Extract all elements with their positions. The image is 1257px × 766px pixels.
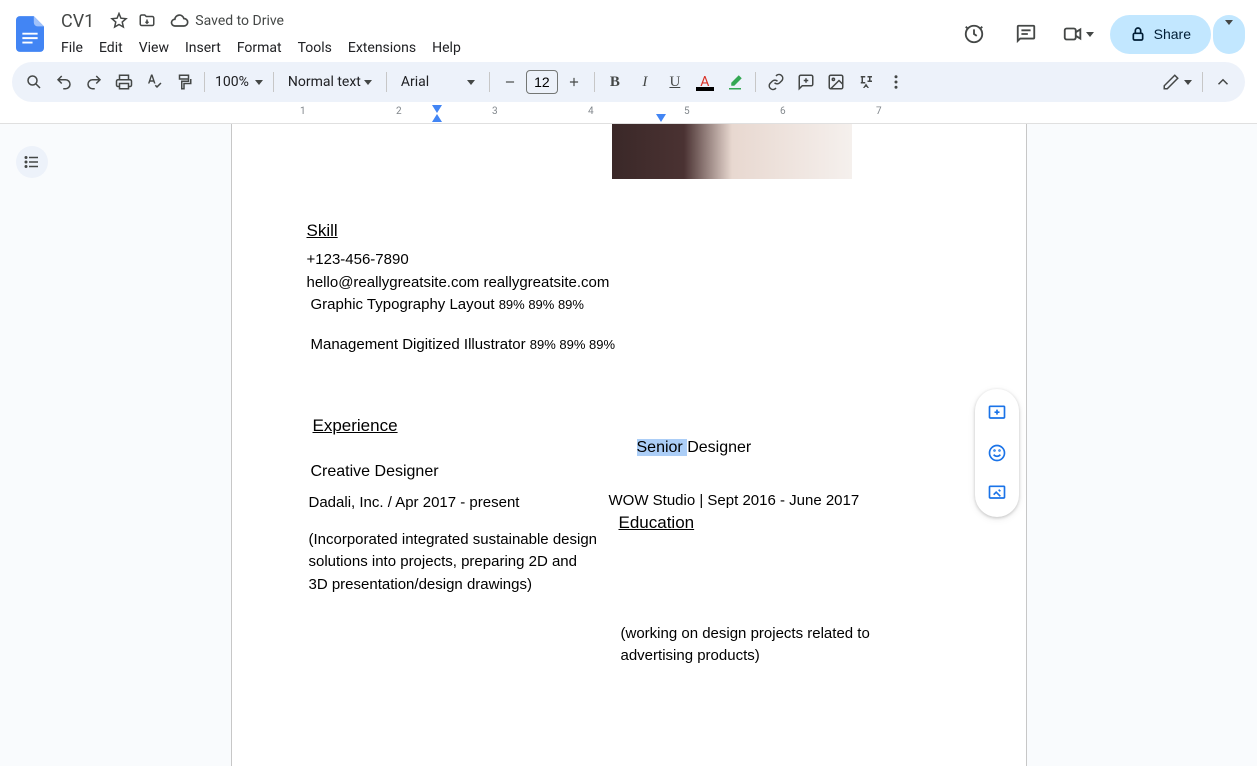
pencil-icon [1162,73,1180,91]
style-value: Normal text [288,74,361,90]
profile-photo[interactable] [612,124,852,179]
print-icon[interactable] [110,68,138,96]
paint-format-icon[interactable] [170,68,198,96]
collapse-icon[interactable] [1209,68,1237,96]
share-dropdown[interactable] [1213,15,1245,54]
job1-title[interactable]: Creative Designer [311,460,617,484]
share-button[interactable]: Share [1110,15,1211,54]
ruler-tick: 1 [300,106,306,117]
redo-icon[interactable] [80,68,108,96]
paragraph-style-select[interactable]: Normal text [280,74,380,90]
toolbar: 100% Normal text Arial B I U A [12,62,1245,102]
menu-extensions[interactable]: Extensions [341,36,423,60]
saved-status[interactable]: Saved to Drive [169,11,284,31]
skill-heading[interactable]: Skill [307,221,951,241]
job2-meta[interactable]: WOW Studio | Sept 2016 - June 2017 [609,490,951,513]
ruler-tick: 4 [588,106,594,117]
ruler-tick: 3 [492,106,498,117]
document-page[interactable]: Skill +123-456-7890 hello@reallygreatsit… [231,124,1027,766]
menu-bar: File Edit View Insert Format Tools Exten… [54,36,954,60]
docs-logo-icon[interactable] [12,16,48,52]
ruler-tick: 2 [396,106,402,117]
font-value: Arial [401,74,429,90]
experience-heading[interactable]: Experience [313,416,617,436]
job1-description[interactable]: (Incorporated integrated sustainable des… [309,529,599,597]
ruler-tick: 5 [684,106,690,117]
menu-view[interactable]: View [132,36,176,60]
comment-history-icon[interactable] [1006,14,1046,54]
job2-title-rest: Designer [687,439,751,456]
font-size-increase-icon[interactable] [560,68,588,96]
contact-email-line[interactable]: hello@reallygreatsite.com reallygreatsit… [307,272,951,295]
app-header: CV1 Saved to Drive File Edit View Insert… [0,0,1257,60]
selected-text: Senior [637,439,688,456]
undo-icon[interactable] [50,68,78,96]
job1-meta[interactable]: Dadali, Inc. / Apr 2017 - present [309,492,617,515]
indent-marker-first-line-icon[interactable] [432,105,442,113]
indent-marker-left-icon[interactable] [432,114,442,122]
ime-input-icon[interactable] [852,68,880,96]
meet-icon[interactable] [1058,14,1098,54]
skills-row2-percents[interactable]: 89% 89% 89% [530,337,615,352]
ruler-tick: 7 [876,106,882,117]
suggest-edits-icon[interactable] [979,475,1015,511]
star-icon[interactable] [109,11,129,31]
menu-format[interactable]: Format [230,36,289,60]
add-comment-icon[interactable] [792,68,820,96]
editing-mode[interactable] [1158,73,1196,91]
job2-title[interactable]: Senior Designer [637,436,951,460]
lock-icon [1130,26,1146,42]
font-size-decrease-icon[interactable] [496,68,524,96]
menu-edit[interactable]: Edit [92,36,130,60]
move-icon[interactable] [137,11,157,31]
bold-icon[interactable]: B [601,68,629,96]
menu-help[interactable]: Help [425,36,468,60]
menu-tools[interactable]: Tools [291,36,339,60]
education-heading[interactable]: Education [619,513,951,533]
add-comment-floating-icon[interactable] [979,395,1015,431]
floating-action-bar [975,389,1019,517]
horizontal-ruler[interactable]: 1 2 3 4 5 6 7 [0,106,1257,124]
document-title[interactable]: CV1 [54,9,101,34]
highlight-color-icon[interactable] [721,68,749,96]
add-emoji-reaction-icon[interactable] [979,435,1015,471]
insert-image-icon[interactable] [822,68,850,96]
skills-row1-labels[interactable]: Graphic Typography Layout [311,296,499,313]
cloud-icon [169,11,189,31]
ruler-tick: 6 [780,106,786,117]
saved-status-text: Saved to Drive [195,13,284,29]
skills-row1-percents[interactable]: 89% 89% 89% [499,297,584,312]
search-menus-icon[interactable] [20,68,48,96]
font-size-input[interactable] [526,70,558,94]
font-select[interactable]: Arial [393,74,483,90]
last-edit-icon[interactable] [954,14,994,54]
job2-description[interactable]: (working on design projects related to a… [621,623,881,668]
document-canvas[interactable]: Skill +123-456-7890 hello@reallygreatsit… [0,124,1257,766]
menu-file[interactable]: File [54,36,90,60]
zoom-value: 100% [215,74,249,90]
insert-link-icon[interactable] [762,68,790,96]
indent-marker-right-icon[interactable] [656,114,666,122]
underline-icon[interactable]: U [661,68,689,96]
share-label: Share [1154,26,1191,42]
zoom-select[interactable]: 100% [211,74,267,90]
spellcheck-icon[interactable] [140,68,168,96]
show-outline-button[interactable] [16,146,48,178]
menu-insert[interactable]: Insert [178,36,228,60]
contact-phone[interactable]: +123-456-7890 [307,249,951,272]
more-icon[interactable] [882,68,910,96]
outline-icon [23,153,41,171]
skills-row2-labels[interactable]: Management Digitized Illustrator [311,336,530,353]
italic-icon[interactable]: I [631,68,659,96]
text-color-icon[interactable]: A [691,68,719,96]
